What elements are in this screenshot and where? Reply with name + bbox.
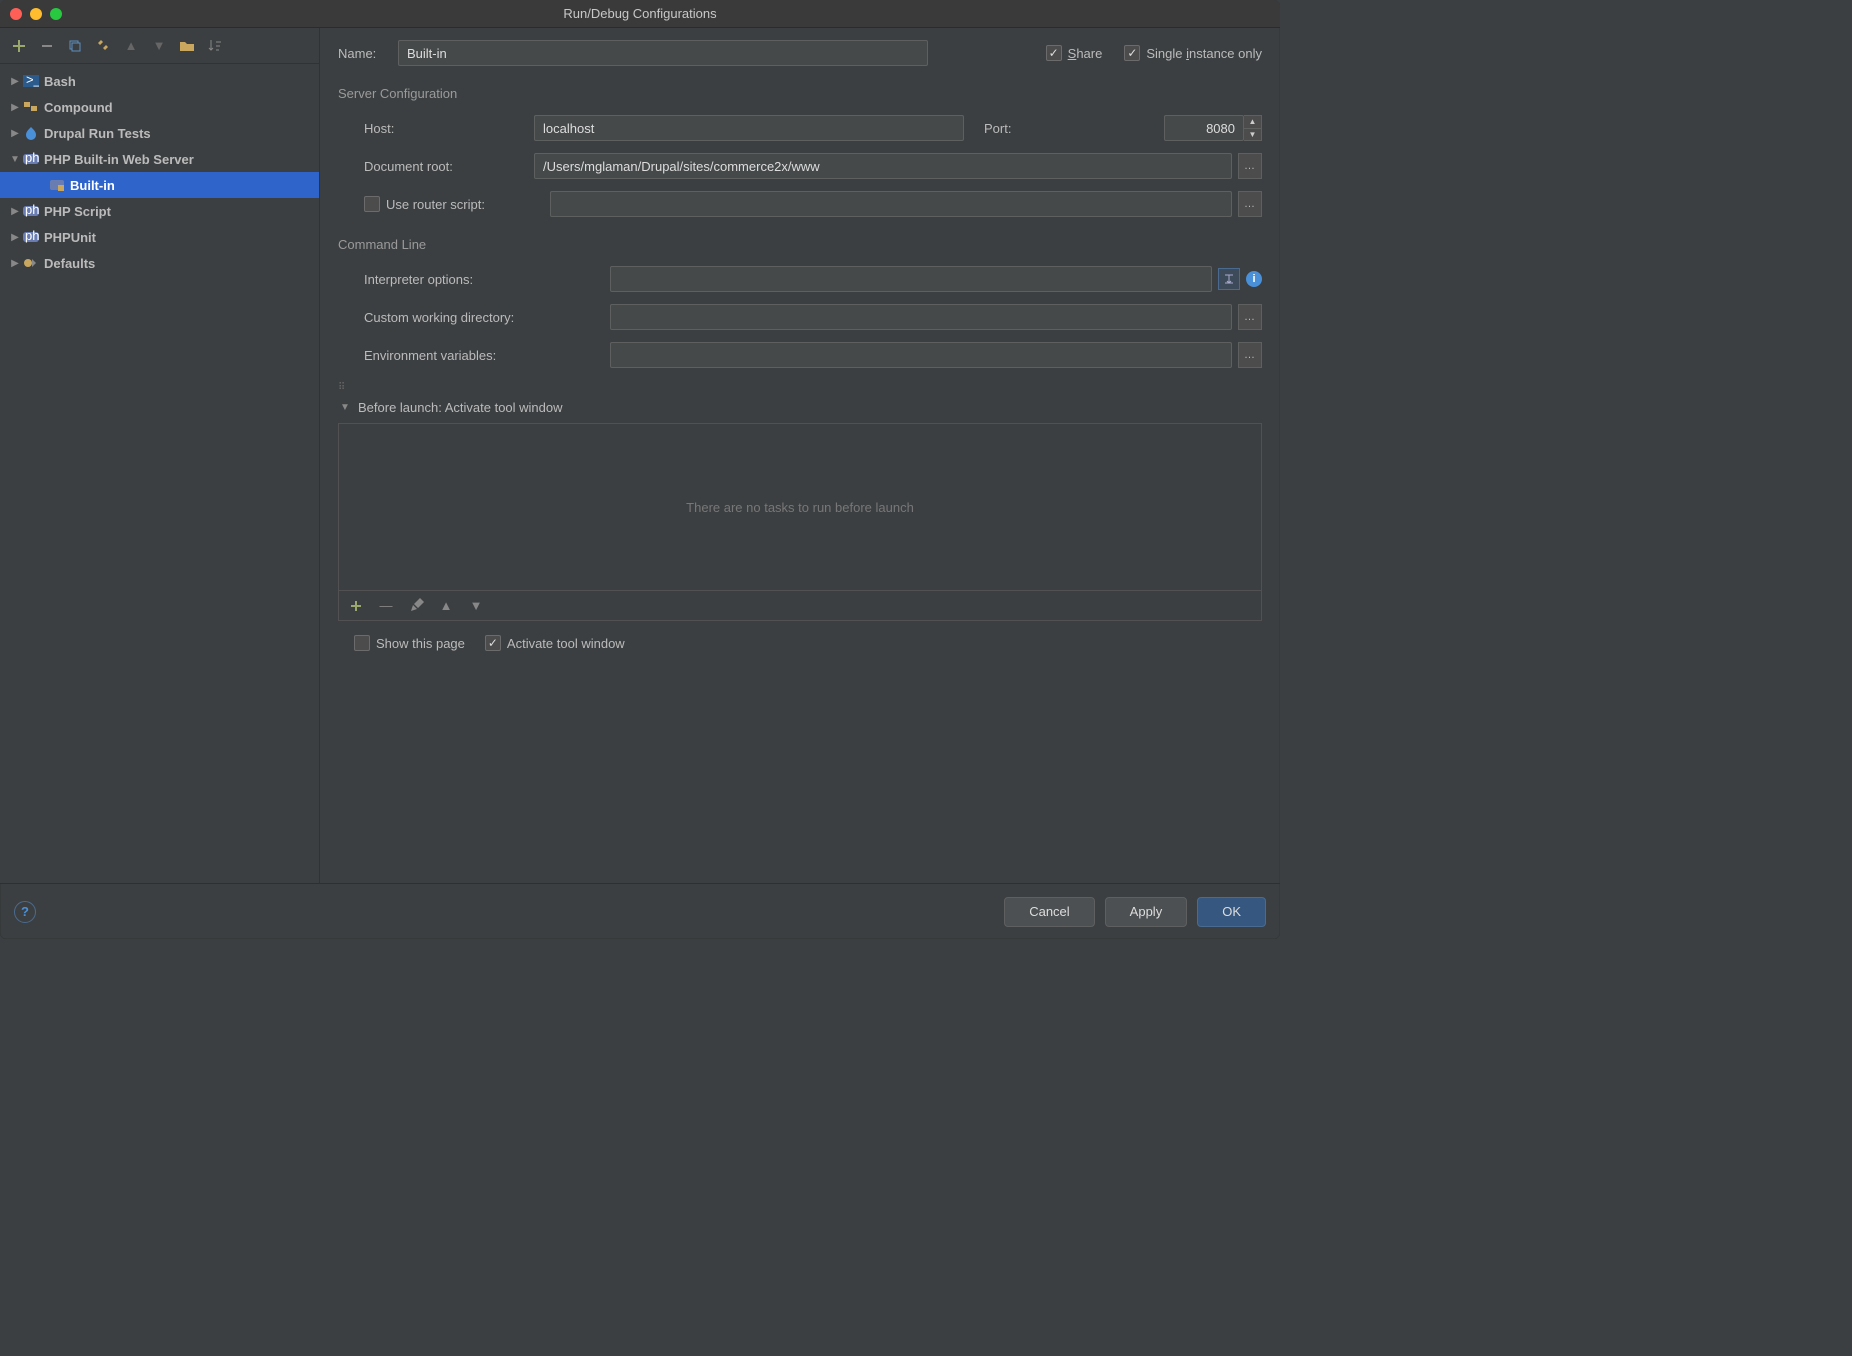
remove-icon[interactable] [38, 37, 56, 55]
tree-node-php-server[interactable]: ▼phpPHP Built-in Web Server [0, 146, 319, 172]
tree-node-bash[interactable]: ▶>_Bash [0, 68, 319, 94]
add-icon[interactable] [347, 597, 365, 615]
checkbox-icon [1046, 45, 1062, 61]
edit-icon[interactable] [407, 597, 425, 615]
run-debug-dialog: Run/Debug Configurations ▲ ▼ ▶>_Bash ▶Co… [0, 0, 1280, 939]
server-section-label: Server Configuration [338, 86, 1262, 101]
share-checkbox[interactable]: SSharehare [1046, 45, 1103, 61]
info-icon[interactable]: i [1246, 271, 1262, 287]
checkbox-icon [1124, 45, 1140, 61]
config-icon [48, 177, 66, 193]
remove-icon[interactable]: — [377, 597, 395, 615]
window-title: Run/Debug Configurations [563, 6, 716, 21]
docroot-label: Document root: [364, 159, 534, 174]
footer: ? Cancel Apply OK [0, 883, 1280, 939]
main-panel: Name: SSharehare Single instance only Se… [320, 28, 1280, 883]
host-label: Host: [364, 121, 534, 136]
before-launch-header[interactable]: ▼Before launch: Activate tool window [338, 400, 1262, 415]
cancel-button[interactable]: Cancel [1004, 897, 1094, 927]
checkbox-icon [364, 196, 380, 212]
titlebar: Run/Debug Configurations [0, 0, 1280, 28]
defaults-icon [22, 255, 40, 271]
single-instance-checkbox[interactable]: Single instance only [1124, 45, 1262, 61]
tree-node-drupal[interactable]: ▶Drupal Run Tests [0, 120, 319, 146]
before-launch-list[interactable]: There are no tasks to run before launch [338, 423, 1262, 591]
minimize-window-button[interactable] [30, 8, 42, 20]
tree-node-compound[interactable]: ▶Compound [0, 94, 319, 120]
interp-label: Interpreter options: [364, 272, 610, 287]
settings-icon[interactable] [94, 37, 112, 55]
drupal-icon [22, 125, 40, 141]
expand-icon[interactable] [1218, 268, 1240, 290]
collapse-icon: ▼ [338, 402, 352, 413]
port-input[interactable] [1164, 115, 1244, 141]
browse-button[interactable]: … [1238, 191, 1262, 217]
checkbox-icon [485, 635, 501, 651]
sidebar-toolbar: ▲ ▼ [0, 28, 319, 64]
sidebar: ▲ ▼ ▶>_Bash ▶Compound ▶Drupal Run Tests … [0, 28, 320, 883]
move-down-icon[interactable]: ▼ [467, 597, 485, 615]
tree-node-built-in[interactable]: Built-in [0, 172, 319, 198]
cwd-input[interactable] [610, 304, 1232, 330]
tree-node-php-script[interactable]: ▶phpPHP Script [0, 198, 319, 224]
zoom-window-button[interactable] [50, 8, 62, 20]
docroot-input[interactable] [534, 153, 1232, 179]
svg-text:>_: >_ [26, 74, 39, 87]
router-checkbox[interactable]: Use router script: [364, 196, 550, 212]
cmd-section-label: Command Line [338, 237, 1262, 252]
folder-icon[interactable] [178, 37, 196, 55]
add-icon[interactable] [10, 37, 28, 55]
checkbox-icon [354, 635, 370, 651]
apply-button[interactable]: Apply [1105, 897, 1188, 927]
ok-button[interactable]: OK [1197, 897, 1266, 927]
config-tree[interactable]: ▶>_Bash ▶Compound ▶Drupal Run Tests ▼php… [0, 64, 319, 883]
svg-text:php: php [25, 152, 39, 165]
phpunit-icon: php [22, 229, 40, 245]
env-input[interactable] [610, 342, 1232, 368]
name-label: Name: [338, 46, 398, 61]
move-up-icon[interactable]: ▲ [122, 37, 140, 55]
browse-button[interactable]: … [1238, 153, 1262, 179]
spinner-up-icon[interactable]: ▲ [1244, 116, 1261, 129]
bash-icon: >_ [22, 73, 40, 89]
close-window-button[interactable] [10, 8, 22, 20]
splitter-handle[interactable] [338, 384, 1262, 390]
env-label: Environment variables: [364, 348, 610, 363]
host-input[interactable] [534, 115, 964, 141]
php-server-icon: php [22, 151, 40, 167]
svg-text:php: php [25, 230, 39, 243]
browse-button[interactable]: … [1238, 304, 1262, 330]
port-spinner[interactable]: ▲▼ [1244, 115, 1262, 141]
router-input[interactable] [550, 191, 1232, 217]
php-script-icon: php [22, 203, 40, 219]
show-page-checkbox[interactable]: Show this page [354, 635, 465, 651]
svg-text:php: php [25, 204, 39, 217]
tree-node-defaults[interactable]: ▶Defaults [0, 250, 319, 276]
port-label: Port: [984, 121, 1154, 136]
browse-button[interactable]: … [1238, 342, 1262, 368]
content-area: ▲ ▼ ▶>_Bash ▶Compound ▶Drupal Run Tests … [0, 28, 1280, 883]
before-launch-toolbar: — ▲ ▼ [338, 591, 1262, 621]
activate-tool-checkbox[interactable]: Activate tool window [485, 635, 625, 651]
interp-input[interactable] [610, 266, 1212, 292]
empty-text: There are no tasks to run before launch [686, 500, 914, 515]
traffic-lights [10, 8, 62, 20]
help-button[interactable]: ? [14, 901, 36, 923]
copy-icon[interactable] [66, 37, 84, 55]
tree-node-phpunit[interactable]: ▶phpPHPUnit [0, 224, 319, 250]
cwd-label: Custom working directory: [364, 310, 610, 325]
move-up-icon[interactable]: ▲ [437, 597, 455, 615]
sort-icon[interactable] [206, 37, 224, 55]
compound-icon [22, 99, 40, 115]
name-input[interactable] [398, 40, 928, 66]
spinner-down-icon[interactable]: ▼ [1244, 129, 1261, 141]
move-down-icon[interactable]: ▼ [150, 37, 168, 55]
